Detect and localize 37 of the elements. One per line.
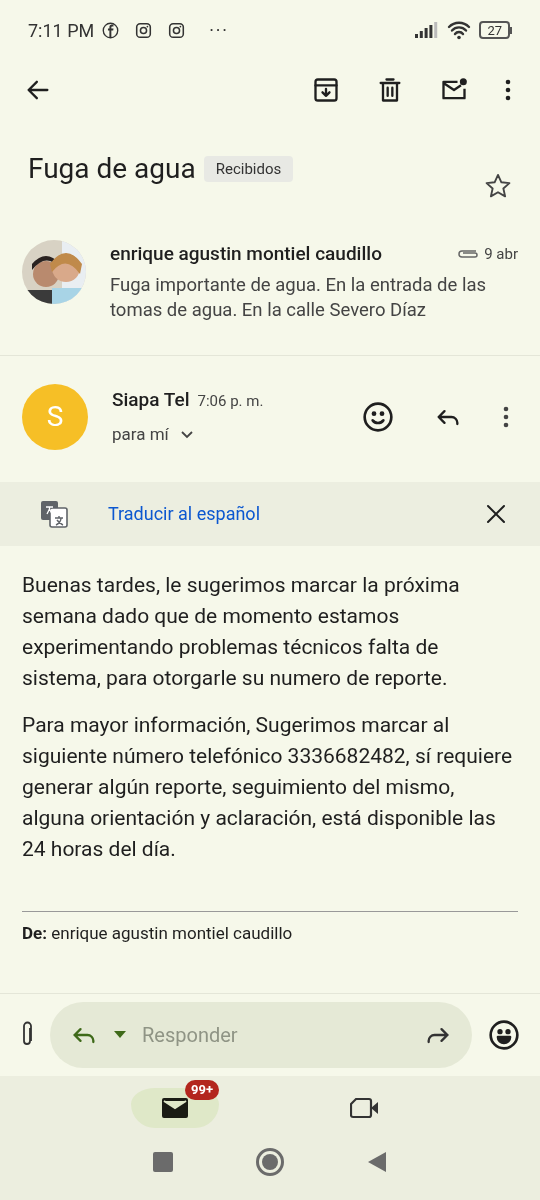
email-subject: Fuga de agua xyxy=(28,151,196,187)
recipient-toggle[interactable]: para mí xyxy=(112,422,362,448)
more-notifications: ··· xyxy=(209,18,229,43)
instagram-icon xyxy=(135,21,153,39)
message-paragraph: Para mayor información, Sugerimos marcar al siguiente número telefónico 3336682482, sí requiere generar algún reporte, seguimiento del mismo, alguna orientación y aclaración, está disponible las 24 horas del día. xyxy=(22,711,514,863)
emoji-button[interactable] xyxy=(488,1019,520,1051)
star-button[interactable] xyxy=(484,172,512,200)
chevron-down-icon xyxy=(180,430,193,439)
status-time: 7:11 PM xyxy=(28,18,95,43)
quoted-header: De: enrique agustin montiel caudillo xyxy=(21,921,294,944)
sender-name: enrique agustin montiel caudillo xyxy=(110,241,382,267)
instagram-icon xyxy=(168,21,186,39)
back-nav-button[interactable] xyxy=(366,1151,387,1173)
caret-icon xyxy=(114,1031,126,1039)
message-paragraph: Buenas tardes, le sugerimos marcar la próxima semana dado que de momento estamos experimentando problemas técnicos falta de sistema, para otorgarle su numero de reporte. xyxy=(22,571,461,692)
battery-icon: 27 xyxy=(479,21,512,39)
unread-badge: 99+ xyxy=(185,1080,219,1100)
reply-input[interactable]: Responder xyxy=(142,1020,408,1050)
reply-field[interactable]: Responder xyxy=(50,1002,472,1068)
emoji-reaction-button[interactable] xyxy=(362,400,394,433)
video-camera-icon xyxy=(350,1097,380,1119)
sender-name: Siapa Tel xyxy=(112,386,190,413)
translate-icon xyxy=(40,499,68,528)
facebook-icon xyxy=(102,21,120,39)
message-snippet: Fuga importante de agua. En la entrada de las tomas de agua. En la calle Severo Díaz xyxy=(110,272,487,323)
message-date: 9 abr xyxy=(484,244,518,265)
wifi-icon xyxy=(447,20,472,40)
archive-button[interactable] xyxy=(312,76,340,104)
envelope-icon xyxy=(161,1097,189,1119)
translate-link[interactable]: Traducir al español xyxy=(108,500,260,527)
mail-tab[interactable]: 99+ xyxy=(131,1080,219,1128)
inbox-label: Recibidos xyxy=(203,155,294,183)
recent-apps-button[interactable] xyxy=(153,1152,174,1172)
sender-avatar: S xyxy=(22,383,88,450)
home-button[interactable] xyxy=(256,1148,284,1176)
signal-icon xyxy=(415,22,440,38)
message-time: 7:06 p. m. xyxy=(197,390,264,412)
